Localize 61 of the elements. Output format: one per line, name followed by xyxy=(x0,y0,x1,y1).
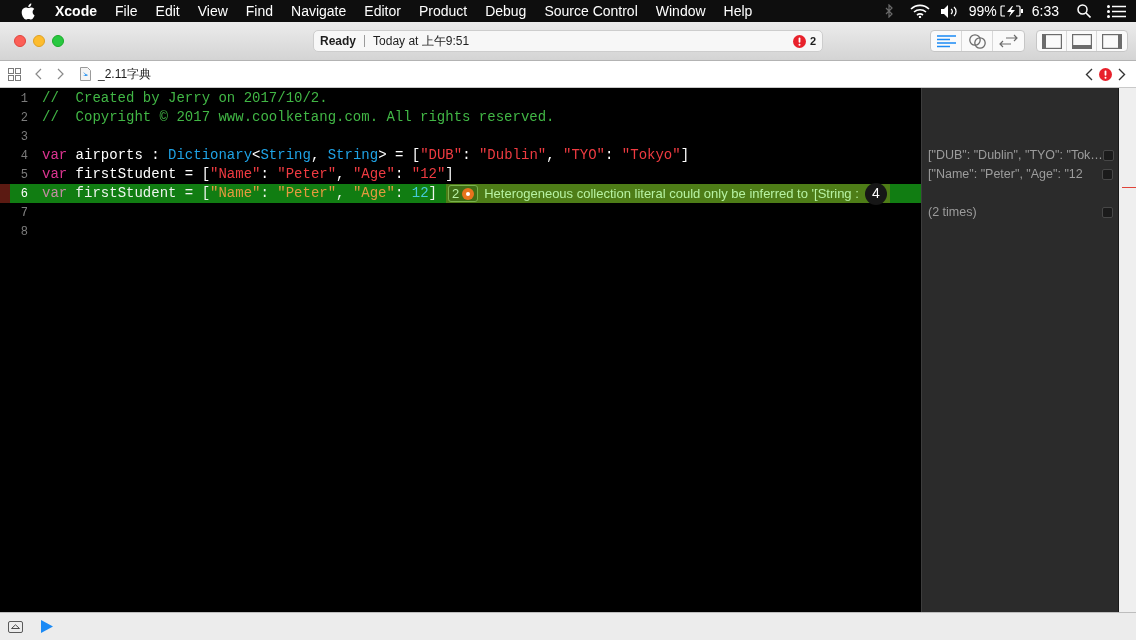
bluetooth-icon[interactable] xyxy=(884,4,893,18)
zoom-button[interactable] xyxy=(52,35,64,47)
menu-item[interactable]: File xyxy=(115,0,138,22)
line-number: 4 xyxy=(19,147,28,165)
line-number: 3 xyxy=(19,128,28,146)
menu-item[interactable]: Find xyxy=(245,0,274,22)
app-menu[interactable]: Xcode xyxy=(55,0,97,22)
issue-count[interactable]: 2 xyxy=(447,185,479,202)
menu-item[interactable]: Help xyxy=(723,0,753,22)
battery-percentage: 99% xyxy=(968,1,997,21)
wifi-icon[interactable] xyxy=(909,4,930,18)
menu-item[interactable]: Product xyxy=(418,0,468,22)
file-breadcrumb[interactable]: _2.11字典 xyxy=(98,65,152,83)
issue-count-button[interactable]: 2 xyxy=(792,32,816,50)
menu-item[interactable]: Edit xyxy=(155,0,180,22)
line-number: 2 xyxy=(19,109,28,127)
up-triangle-icon xyxy=(11,624,20,629)
line-number: 6 xyxy=(19,185,28,203)
code-text: // Copyright © 2017 www.coolketang.com. All rights reserved. xyxy=(42,108,555,127)
menu-item[interactable]: Source Control xyxy=(544,0,638,22)
line-number: 5 xyxy=(19,166,28,184)
menu-clock[interactable]: 6:33 xyxy=(1031,0,1059,22)
next-issue-icon[interactable] xyxy=(1118,67,1126,81)
result-value: ["DUB": "Dublin", "TYO": "Tok… xyxy=(928,147,1103,165)
menu-item[interactable]: Debug xyxy=(485,0,527,22)
count-badge: 4 xyxy=(864,182,887,205)
code-text: var firstStudent = ["Name": "Peter", "Age": 12] xyxy=(42,184,437,203)
apple-icon[interactable] xyxy=(21,2,35,20)
line-number: 1 xyxy=(19,90,28,108)
menu-item[interactable]: Navigate xyxy=(291,0,347,22)
close-button[interactable] xyxy=(14,35,26,47)
menu-item[interactable]: View xyxy=(197,0,228,22)
code-text: // Created by Jerry on 2017/10/2. xyxy=(42,89,328,108)
debug-area-button[interactable] xyxy=(8,620,23,633)
issue-marker xyxy=(0,184,10,203)
play-icon[interactable] xyxy=(41,620,53,633)
error-marker xyxy=(1122,187,1136,188)
code-text: var firstStudent = ["Name": "Peter", "Age": "12"] xyxy=(42,165,454,184)
result-value: (2 times) xyxy=(928,204,977,222)
error-icon[interactable] xyxy=(1099,67,1112,81)
list-icon[interactable] xyxy=(1107,4,1126,18)
issue-message: Heterogeneous collection literal could only be inferred to '[String : xyxy=(484,184,859,203)
line-number: 7 xyxy=(19,204,28,222)
result-value: ["Name": "Peter", "Age": "12 xyxy=(928,166,1083,184)
previous-issue-icon[interactable] xyxy=(1085,67,1093,81)
battery-icon[interactable] xyxy=(999,5,1024,17)
menu-item[interactable]: Editor xyxy=(364,0,401,22)
issue-annotation[interactable]: 2 Heterogeneous collection literal could only be inferred to '[String : 4 xyxy=(445,184,890,203)
code-text: var airports : Dictionary<String, String> = ["DUB": "Dublin", "TYO": "Tokyo"] xyxy=(42,146,690,165)
error-icon xyxy=(792,34,806,48)
issue-icon xyxy=(462,187,475,200)
search-icon[interactable] xyxy=(1077,4,1091,18)
document-icon xyxy=(80,67,91,81)
line-number: 8 xyxy=(19,223,28,241)
build-timestamp: Today at 上午9:51 xyxy=(373,33,470,50)
forward-chevron-icon[interactable] xyxy=(57,68,64,80)
back-chevron-icon[interactable] xyxy=(35,68,42,80)
grid-icon[interactable] xyxy=(8,67,21,81)
build-status: Ready xyxy=(320,33,357,50)
speaker-icon[interactable] xyxy=(940,4,959,18)
menu-item[interactable]: Window xyxy=(655,0,706,22)
